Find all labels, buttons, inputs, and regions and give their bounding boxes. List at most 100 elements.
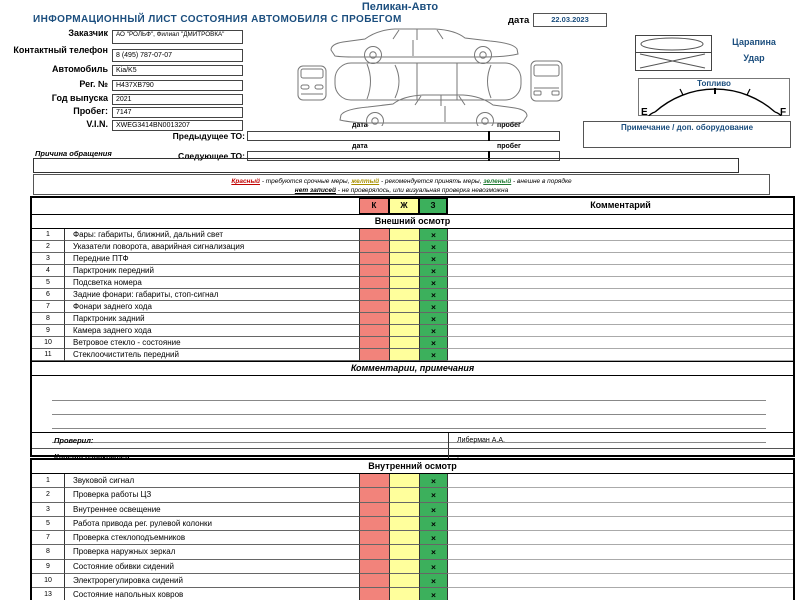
checked-by-value: Либерман А.А.	[457, 437, 505, 444]
status-red-cell	[359, 502, 389, 517]
scratch-label: Царапина	[732, 37, 776, 47]
status-mark: ×	[419, 265, 447, 277]
status-yellow-cell	[389, 301, 419, 313]
status-red-cell	[359, 337, 389, 349]
legend-line-2: нет записей - не проверялось, или визуал…	[34, 186, 769, 195]
status-yellow-cell	[389, 289, 419, 301]
row-label: Проверка работы ЦЗ	[64, 488, 359, 503]
color-legend: Красный - требуются срочные меры, желтый…	[33, 174, 770, 195]
status-yellow-cell	[389, 229, 419, 241]
comment-cell	[447, 588, 793, 600]
status-red-cell	[359, 545, 389, 560]
comments-section-title: Комментарии, примечания	[32, 361, 793, 376]
inspection-row: 8 Проверка наружных зеркал ×	[32, 545, 793, 560]
row-label: Проверка стеклоподъемников	[64, 531, 359, 546]
status-red-cell	[359, 559, 389, 575]
page-title: ИНФОРМАЦИОННЫЙ ЛИСТ СОСТОЯНИЯ АВТОМОБИЛЯ…	[33, 14, 402, 25]
comment-cell	[447, 277, 793, 289]
inspection-row: 5 Подсветка номера ×	[32, 277, 793, 289]
form-field-year: Год выпуска 2021	[0, 93, 243, 105]
status-yellow-cell	[389, 502, 419, 517]
field-label: Пробег:	[73, 106, 108, 116]
inspection-row: 4 Парктроник передний ×	[32, 265, 793, 277]
legend-word: - не проверялось, или визуальная проверк…	[336, 187, 509, 194]
status-mark: ×	[419, 349, 447, 361]
row-label: Электрорегулировка сидений	[64, 574, 359, 589]
scratch-ellipse-icon	[640, 37, 704, 51]
car-diagram-svg	[297, 28, 563, 130]
inspection-row: 2 Указатели поворота, аварийная сигнализа…	[32, 241, 793, 253]
comment-cell	[447, 301, 793, 313]
status-red-cell	[359, 301, 389, 313]
row-number: 10	[32, 337, 64, 349]
comment-cell	[447, 313, 793, 325]
status-red-cell	[359, 313, 389, 325]
status-red-cell	[359, 241, 389, 253]
status-yellow-cell	[389, 277, 419, 289]
row-number: 6	[32, 289, 64, 301]
date-column-label: дата	[352, 143, 368, 150]
inspection-row: 10 Ветровое стекло - состояние ×	[32, 337, 793, 349]
inspection-row: 11 Стеклоочиститель передний ×	[32, 349, 793, 361]
inspection-row: 3 Внутреннее освещение ×	[32, 502, 793, 517]
field-label: Рег. №	[79, 79, 108, 89]
phone-field: 8 (495) 787-07-07	[112, 49, 243, 62]
notes-box-title: Примечание / доп. оборудование	[620, 123, 754, 132]
status-mark: ×	[419, 229, 447, 241]
comments-write-in-area	[32, 376, 793, 443]
fuel-full-label: F	[780, 107, 786, 116]
status-mark: ×	[419, 325, 447, 337]
status-red-cell	[359, 325, 389, 337]
status-red-cell	[359, 265, 389, 277]
row-number: 1	[32, 229, 64, 241]
interior-rows: 1 Звуковой сигнал × 2 Проверка работы ЦЗ × 3 Вн…	[32, 474, 793, 600]
status-yellow-cell	[389, 488, 419, 503]
comment-cell	[447, 265, 793, 277]
row-label: Ветровое стекло - состояние	[64, 337, 359, 349]
inspection-row: 13 Состояние напольных ковров ×	[32, 588, 793, 600]
status-red-cell	[359, 516, 389, 532]
row-label: Внутреннее освещение	[64, 502, 359, 517]
row-number: 3	[32, 503, 64, 517]
status-red-cell	[359, 531, 389, 546]
form-field-car: Автомобиль Kia/K5	[0, 64, 243, 76]
row-label: Задние фонари: габариты, стоп-сигнал	[64, 289, 359, 301]
inspection-row: 7 Проверка стеклоподъемников ×	[32, 531, 793, 546]
status-yellow-cell	[389, 325, 419, 337]
comment-cell	[447, 349, 793, 361]
comment-cell	[447, 559, 793, 575]
status-yellow-cell	[389, 474, 419, 489]
field-label: Год выпуска	[51, 93, 108, 103]
comment-cell	[447, 337, 793, 349]
date-label: дата	[508, 15, 530, 26]
status-yellow-cell	[389, 241, 419, 253]
inspection-row: 1 Звуковой сигнал ×	[32, 474, 793, 489]
row-number: 2	[32, 488, 64, 503]
year-field: 2021	[112, 94, 243, 105]
status-mark: ×	[419, 277, 447, 289]
fuel-gauge-title: Топливо	[697, 79, 731, 88]
field-label: Автомобиль	[52, 64, 108, 74]
status-yellow-cell	[389, 588, 419, 600]
field-divider	[488, 131, 490, 141]
scratch-symbol-cell	[636, 36, 711, 53]
inspection-row: 3 Передние ПТФ ×	[32, 253, 793, 265]
impact-label: Удар	[743, 53, 765, 63]
customer-field: АО "РОЛЬФ", Филиал "ДМИТРОВКА"	[112, 30, 243, 44]
status-yellow-cell	[389, 253, 419, 265]
row-label: Фонари заднего хода	[64, 301, 359, 313]
status-red-cell	[359, 253, 389, 265]
status-mark: ×	[419, 502, 447, 517]
status-mark: ×	[419, 241, 447, 253]
status-red-cell	[359, 289, 389, 301]
legend-word: - рекомендуется принять меры,	[379, 178, 484, 185]
row-label: Работа привода рег. рулевой колонки	[64, 516, 359, 532]
status-red-cell	[359, 229, 389, 241]
status-mark: ×	[419, 559, 447, 575]
status-red-cell	[359, 574, 389, 589]
car-damage-diagram	[295, 26, 565, 130]
status-mark: ×	[419, 313, 447, 325]
comment-cell	[447, 229, 793, 241]
row-number: 9	[32, 560, 64, 575]
row-number: 11	[32, 349, 64, 361]
